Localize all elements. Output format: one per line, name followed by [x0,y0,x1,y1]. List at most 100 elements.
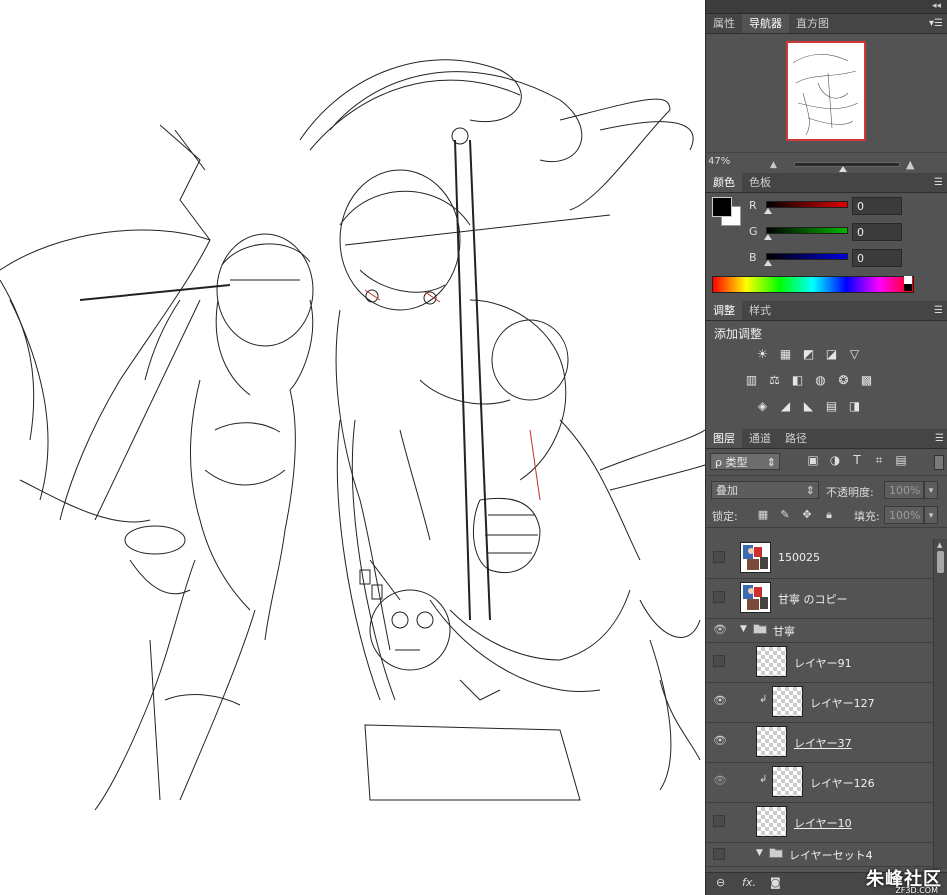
foreground-color-swatch[interactable] [712,197,732,217]
panel-menu-icon[interactable]: ☰ [935,429,944,448]
channel-g-input[interactable]: 0 [852,223,902,241]
tab-histogram[interactable]: 直方图 [789,14,836,33]
layer-thumbnail[interactable] [756,646,787,677]
channel-mixer-icon[interactable]: ❂ [835,373,852,388]
visibility-toggle[interactable] [713,655,725,667]
layer-row[interactable]: 150025 [706,539,934,579]
levels-icon[interactable]: ▦ [777,347,794,362]
layer-thumbnail[interactable] [756,806,787,837]
link-layers-icon[interactable]: ⊖ [716,876,725,889]
layer-row[interactable]: レイヤー91 [706,643,934,683]
panel-menu-icon[interactable]: ☰ [934,173,943,192]
visibility-toggle[interactable] [713,815,725,827]
tab-properties[interactable]: 属性 [706,14,742,33]
hue-saturation-icon[interactable]: ▥ [743,373,760,388]
channel-b-input[interactable]: 0 [852,249,902,267]
threshold-icon[interactable]: ◣ [800,399,817,414]
blend-mode-select[interactable]: 叠加 ⇕ [711,481,819,499]
tab-navigator[interactable]: 导航器 [742,14,789,33]
layer-name[interactable]: レイヤー37 [794,735,852,751]
color-balance-icon[interactable]: ⚖ [766,373,783,388]
zoom-in-icon[interactable]: ▲ [906,158,914,171]
tab-layers[interactable]: 图层 [706,429,742,448]
invert-icon[interactable]: ◈ [754,399,771,414]
layer-row[interactable]: レイヤー10 [706,803,934,843]
lock-position-icon[interactable]: ✥ [796,508,818,521]
channel-g-knob[interactable] [764,234,772,240]
tab-swatches[interactable]: 色板 [742,173,778,192]
panel-menu-icon[interactable]: ☰ [934,301,943,320]
document-canvas[interactable] [0,0,705,895]
channel-r-knob[interactable] [764,208,772,214]
visibility-toggle[interactable] [713,848,725,860]
image-filter-icon[interactable]: ▣ [802,453,824,467]
vibrance-icon[interactable]: ▽ [846,347,863,362]
eye-icon[interactable]: 👁︎ [713,775,727,787]
expand-arrow-icon[interactable]: ▼ [756,848,763,858]
visibility-toggle[interactable] [713,551,725,563]
layer-row[interactable]: 👁︎ ↲ レイヤー127 [706,683,934,723]
layer-name[interactable]: レイヤー91 [794,655,852,671]
brightness-icon[interactable]: ☀ [754,347,771,362]
zoom-slider[interactable] [794,162,900,167]
visibility-toggle[interactable] [713,591,725,603]
layer-name[interactable]: 甘寧 [773,623,795,639]
channel-b-knob[interactable] [764,260,772,266]
color-lookup-icon[interactable]: ▩ [858,373,875,388]
layer-name[interactable]: 甘寧 のコピー [778,591,848,607]
tab-paths[interactable]: 路径 [778,429,814,448]
expand-arrow-icon[interactable]: ▼ [740,624,747,634]
color-spectrum-ramp[interactable] [712,276,914,293]
channel-b-slider[interactable] [766,253,848,260]
layer-thumbnail[interactable] [740,542,771,573]
type-filter-icon[interactable]: T [846,453,868,467]
layers-scrollbar[interactable]: ▲ [933,539,947,869]
opacity-dropdown-icon[interactable]: ▾ [924,481,938,499]
add-mask-icon[interactable]: ◙ [770,876,781,889]
navigator-preview[interactable] [786,41,866,141]
tab-channels[interactable]: 通道 [742,429,778,448]
eye-icon[interactable]: 👁︎ [713,735,727,747]
zoom-value[interactable]: 47% [708,156,730,167]
zoom-out-icon[interactable]: ▲ [770,160,777,170]
eye-icon[interactable]: 👁︎ [713,695,727,707]
selective-color-icon[interactable]: ◨ [846,399,863,414]
adjustment-filter-icon[interactable]: ◑ [824,453,846,467]
gradient-map-icon[interactable]: ▤ [823,399,840,414]
lock-pixels-icon[interactable]: ✎ [774,508,796,521]
black-white-icon[interactable]: ◧ [789,373,806,388]
layer-name[interactable]: レイヤー126 [810,775,875,791]
tab-color[interactable]: 颜色 [706,173,742,192]
lock-all-icon[interactable]: 🔒︎ [818,508,840,522]
scroll-up-icon[interactable]: ▲ [937,541,942,549]
layer-row[interactable]: 👁︎ レイヤー37 [706,723,934,763]
panel-menu-icon[interactable]: ▾☰ [929,14,943,33]
fill-dropdown-icon[interactable]: ▾ [924,506,938,524]
lock-transparency-icon[interactable]: ▦ [752,508,774,521]
tab-adjustments[interactable]: 调整 [706,301,742,320]
fx-icon[interactable]: fx. [742,876,756,889]
collapse-panels-button[interactable]: ◂◂ [706,0,947,14]
posterize-icon[interactable]: ◢ [777,399,794,414]
layer-filter-select[interactable]: ρ 类型 ⇕ [710,453,780,470]
layer-name[interactable]: レイヤーセット4 [789,847,873,863]
channel-r-input[interactable]: 0 [852,197,902,215]
filter-toggle[interactable] [934,455,944,470]
layer-group-row[interactable]: ▼ レイヤーセット4 [706,843,934,867]
shape-filter-icon[interactable]: ⌗ [868,453,890,468]
layer-name[interactable]: 150025 [778,551,820,564]
layer-thumbnail[interactable] [756,726,787,757]
layer-thumbnail[interactable] [772,686,803,717]
smart-object-filter-icon[interactable]: ▤ [890,453,912,467]
layer-name[interactable]: レイヤー127 [810,695,875,711]
channel-g-slider[interactable] [766,227,848,234]
photo-filter-icon[interactable]: ◍ [812,373,829,388]
fill-input[interactable]: 100% [884,506,924,524]
layer-thumbnail[interactable] [740,582,771,613]
eye-icon[interactable]: 👁︎ [713,624,727,636]
curves-icon[interactable]: ◩ [800,347,817,362]
scrollbar-thumb[interactable] [937,551,944,573]
spectrum-bw-end[interactable] [904,276,912,291]
channel-r-slider[interactable] [766,201,848,208]
opacity-input[interactable]: 100% [884,481,924,499]
